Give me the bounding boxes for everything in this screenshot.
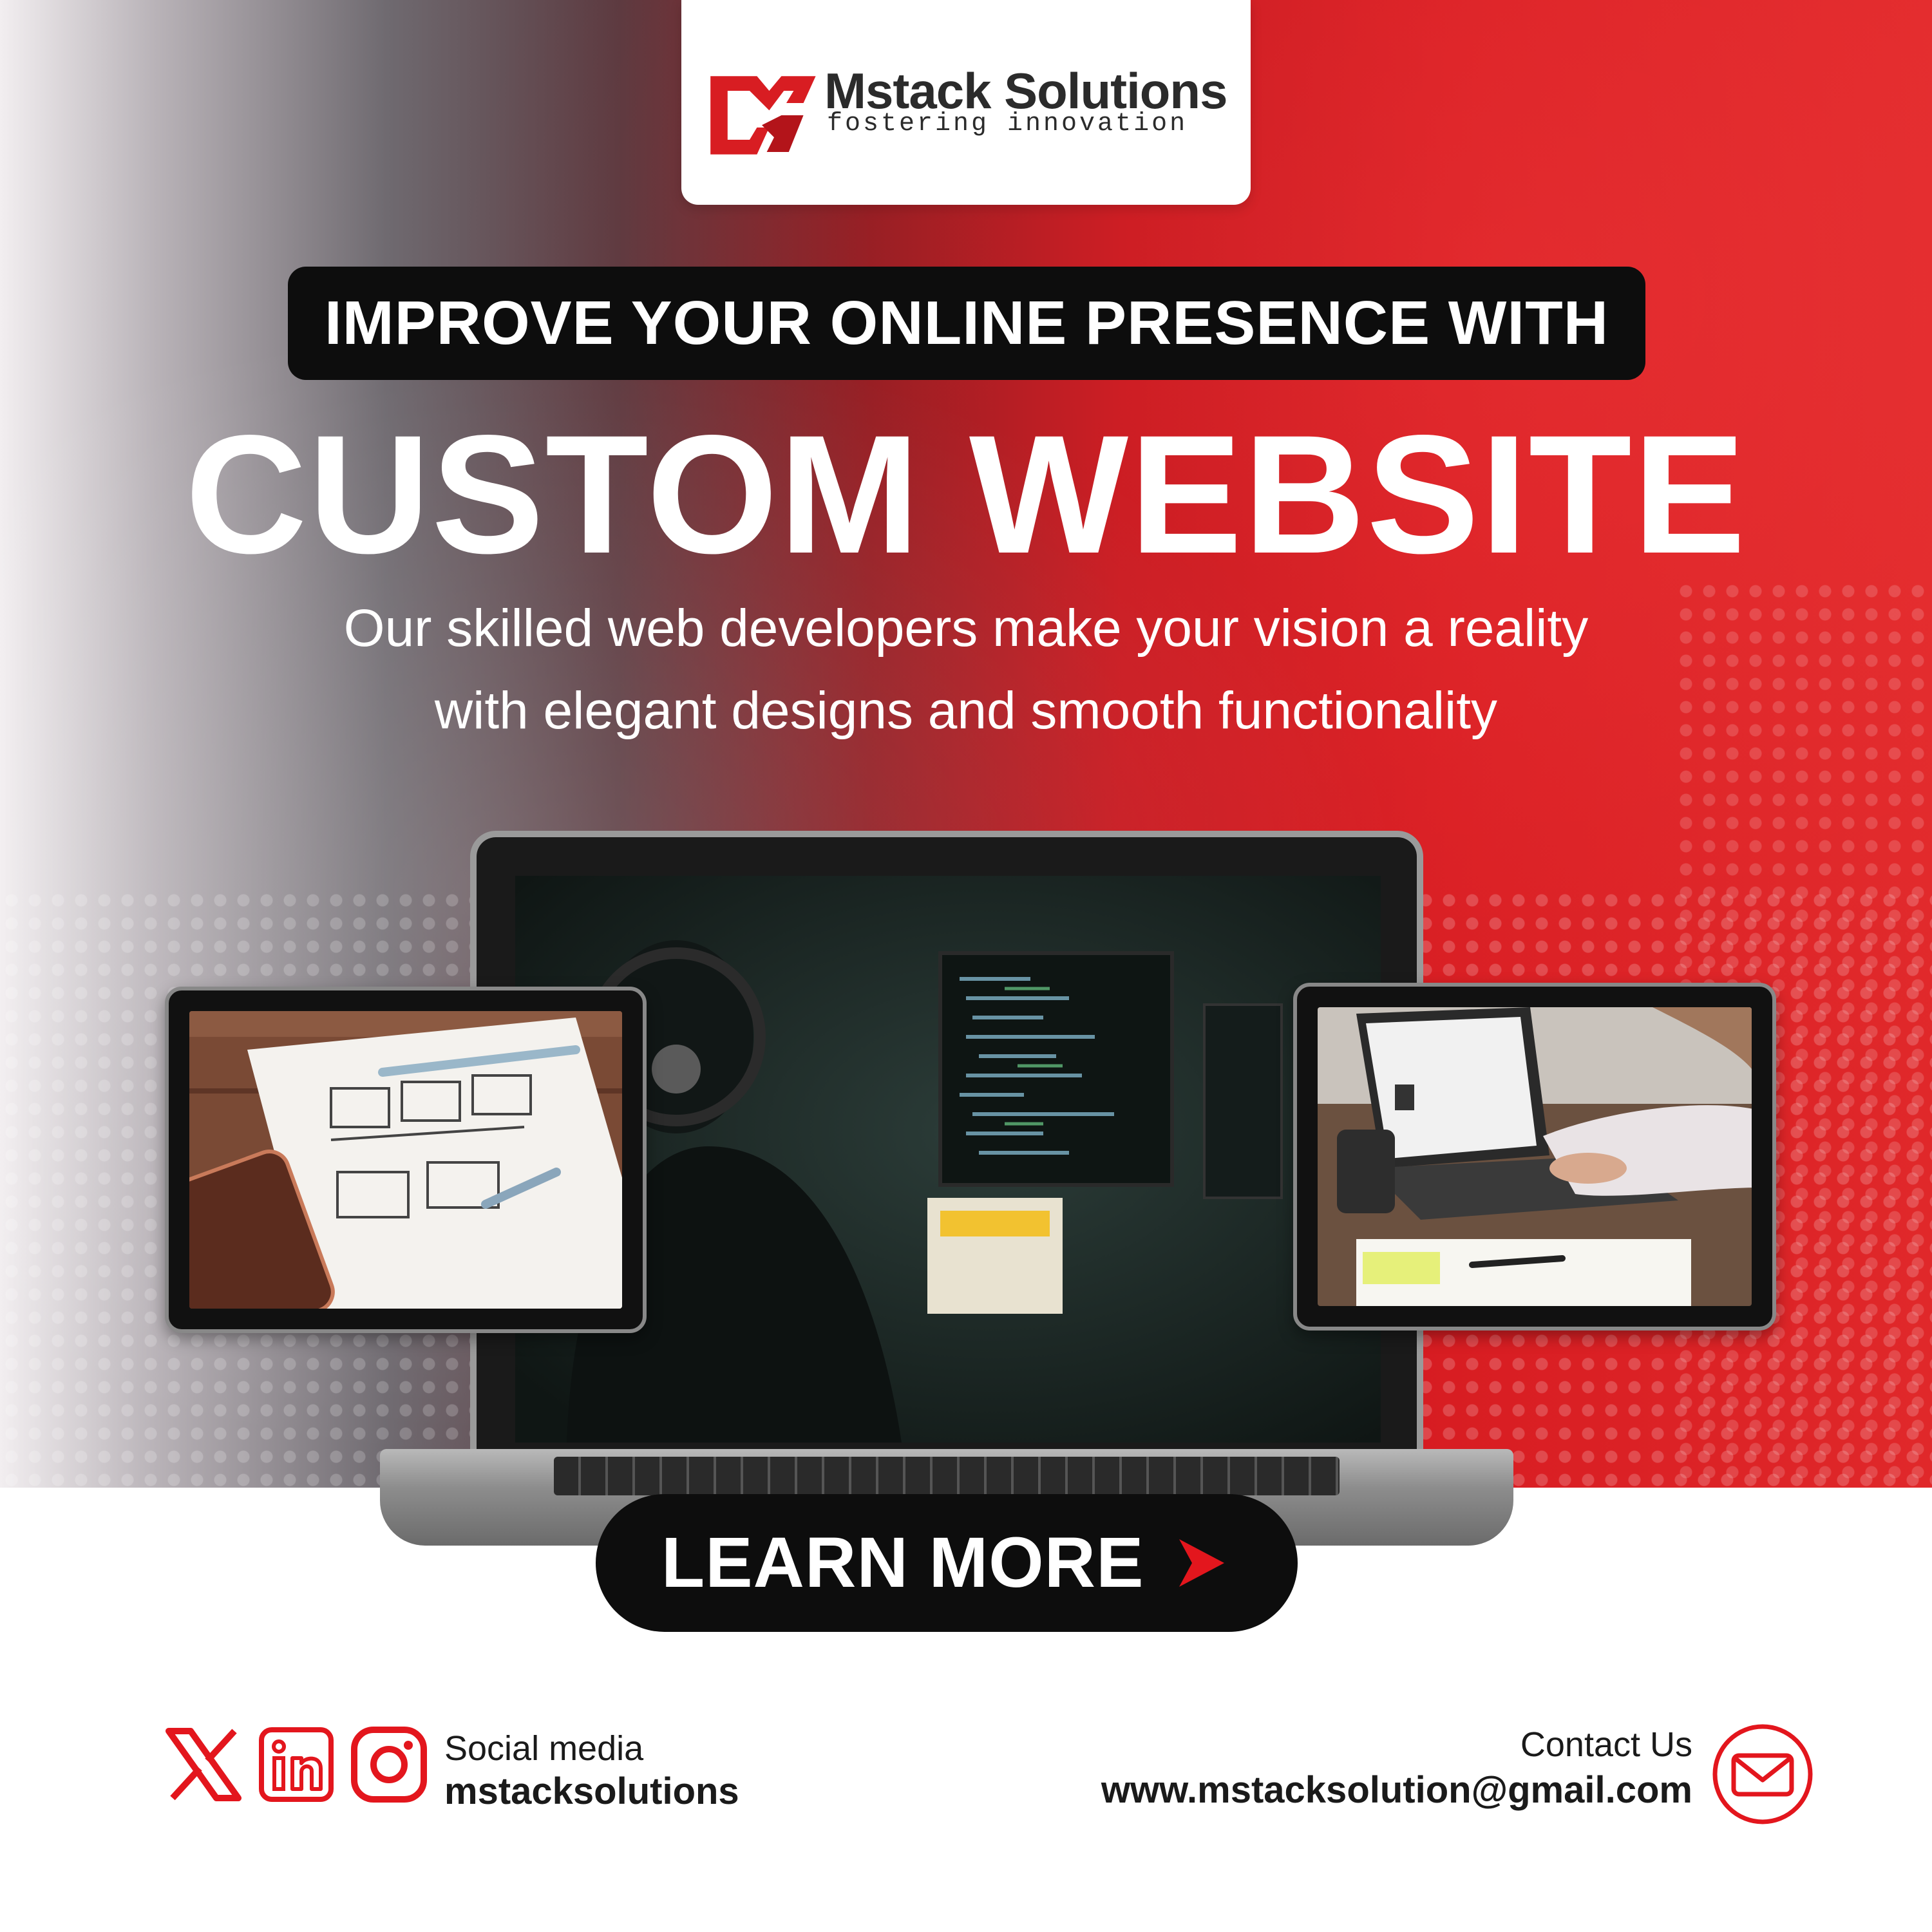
social-handle[interactable]: mstacksolutions (444, 1770, 739, 1813)
brand-tagline: fostering innovation (827, 109, 1188, 138)
contact-email-link[interactable]: www.mstacksolution@gmail.com (1101, 1768, 1692, 1812)
linkedin-icon[interactable] (258, 1726, 335, 1803)
laptop-typing-photo (1318, 1007, 1752, 1306)
chevron-right-icon (1179, 1539, 1224, 1587)
social-media-label: Social media (444, 1729, 644, 1768)
instagram-icon[interactable] (350, 1726, 428, 1803)
learn-more-button[interactable]: LEARN MORE (596, 1494, 1298, 1632)
tablet-left (165, 987, 647, 1333)
subheadline-line-1: Our skilled web developers make your vis… (343, 599, 1589, 658)
learn-more-label: LEARN MORE (661, 1523, 1144, 1602)
brand-logo-icon (710, 76, 816, 155)
laptop-keyboard (554, 1457, 1340, 1495)
tablet-right (1293, 983, 1776, 1331)
x-logo-icon[interactable] (165, 1726, 242, 1803)
subheadline-line-2: with elegant designs and smooth function… (434, 681, 1498, 740)
wireframe-sketch-photo (189, 1011, 622, 1309)
subheadline: Our skilled web developers make your vis… (0, 587, 1932, 752)
main-headline: CUSTOM WEBSITE (185, 400, 1747, 589)
contact-us-label: Contact Us (1520, 1725, 1692, 1764)
mail-icon[interactable] (1712, 1723, 1814, 1825)
headline-banner: IMPROVE YOUR ONLINE PRESENCE WITH (288, 267, 1645, 380)
logo-card[interactable]: Mstack Solutions fostering innovation (681, 0, 1251, 205)
